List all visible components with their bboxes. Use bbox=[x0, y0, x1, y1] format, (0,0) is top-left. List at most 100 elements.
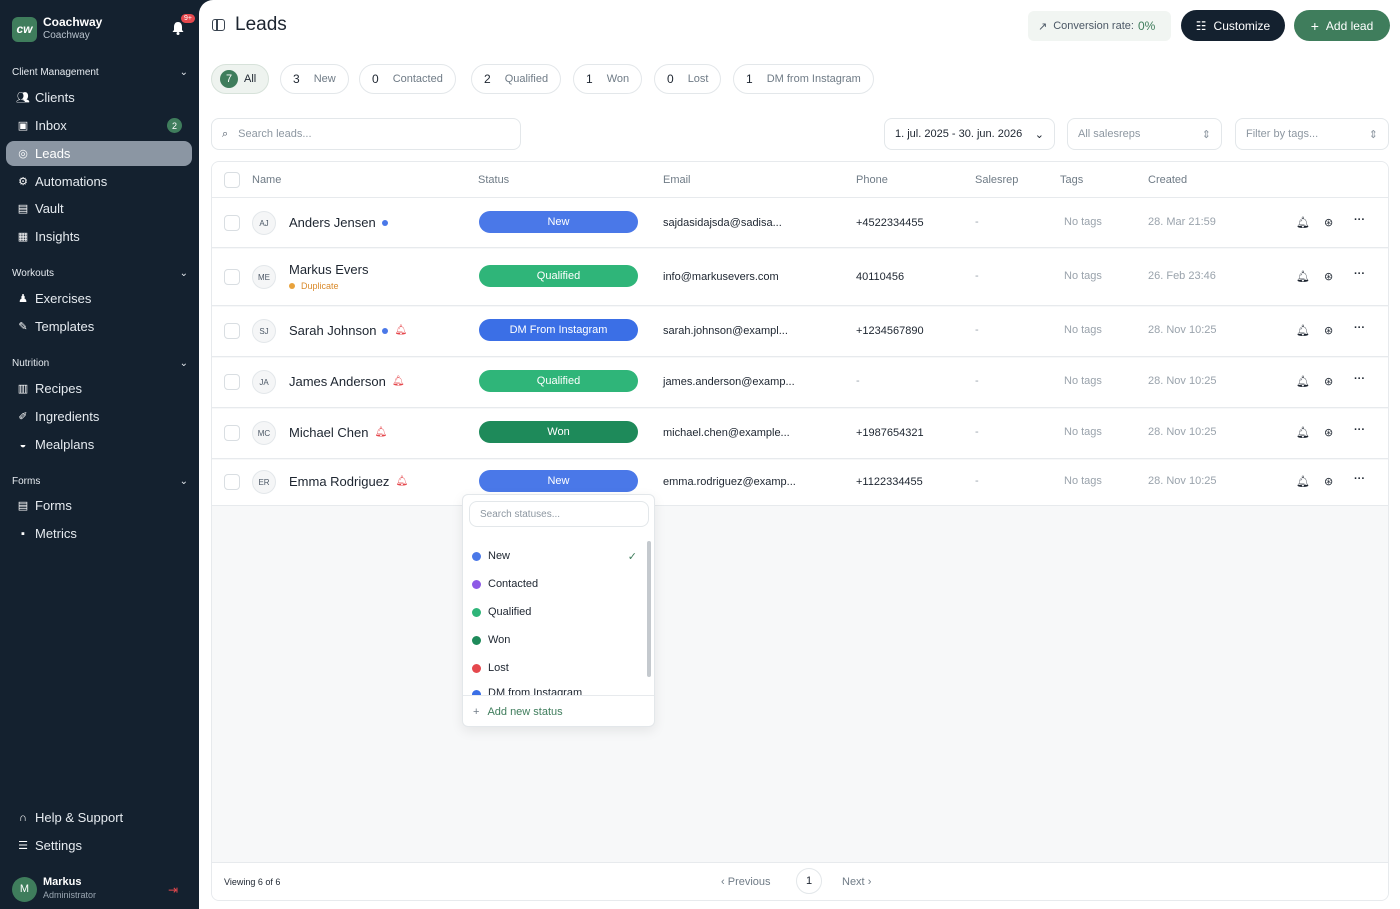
sidebar-item-metrics[interactable]: ▪ Metrics bbox=[6, 521, 192, 546]
plus-icon: + bbox=[1310, 17, 1319, 34]
sidebar-item-recipes[interactable]: ▥ Recipes bbox=[6, 376, 192, 401]
status-pill[interactable]: New bbox=[479, 470, 638, 492]
sidebar-item-templates[interactable]: ✎ Templates bbox=[6, 314, 192, 339]
status-pill[interactable]: Won bbox=[479, 421, 638, 443]
status-pill[interactable]: Qualified bbox=[479, 265, 638, 287]
tab-all[interactable]: 7 All bbox=[211, 64, 270, 94]
lead-name[interactable]: Anders Jensen bbox=[289, 215, 376, 230]
more-options-icon[interactable]: ··· bbox=[1354, 322, 1365, 334]
page-number-button[interactable]: 1 bbox=[796, 868, 822, 894]
row-checkbox[interactable] bbox=[224, 269, 240, 285]
sidebar-item-insights[interactable]: ▦ Insights bbox=[6, 224, 192, 249]
more-options-icon[interactable]: ··· bbox=[1354, 424, 1365, 436]
bell-icon[interactable]: 🔔︎ bbox=[1296, 324, 1310, 337]
bell-icon[interactable]: 🔔︎ bbox=[1296, 426, 1310, 439]
tab-count: 3 bbox=[293, 72, 300, 86]
logout-icon[interactable]: ⇥ bbox=[168, 883, 178, 897]
status-pill[interactable]: DM From Instagram bbox=[479, 319, 638, 341]
tab-won[interactable]: 1 Won bbox=[573, 64, 643, 94]
salesrep-select[interactable]: All salesreps ⇕ bbox=[1067, 118, 1222, 150]
brand[interactable]: cw Coachway Coachway bbox=[12, 16, 102, 42]
user-profile[interactable]: M Markus Administrator bbox=[12, 876, 96, 902]
sidebar-item-inbox[interactable]: ▣ Inbox 2 bbox=[6, 113, 192, 138]
tab-new[interactable]: 3 New bbox=[280, 64, 349, 94]
tab-qualified[interactable]: 2 Qualified bbox=[471, 64, 562, 94]
status-option-qualified[interactable]: Qualified bbox=[472, 603, 637, 621]
search-input[interactable]: ⌕ Search leads... bbox=[211, 118, 521, 150]
assign-user-icon[interactable]: ⊛ bbox=[1324, 375, 1333, 388]
column-header-name[interactable]: Name bbox=[252, 174, 281, 186]
status-option-contacted[interactable]: Contacted bbox=[472, 575, 637, 593]
table-row[interactable]: ME Markus Evers Duplicate Qualified info… bbox=[212, 249, 1388, 306]
status-option-dm-from-instagram[interactable]: DM from Instagram bbox=[472, 685, 637, 695]
sidebar-item-settings[interactable]: ☰ Settings bbox=[6, 833, 192, 858]
more-options-icon[interactable]: ··· bbox=[1354, 214, 1365, 226]
lead-name[interactable]: Sarah Johnson bbox=[289, 323, 376, 338]
lead-name[interactable]: Emma Rodriguez bbox=[289, 474, 389, 489]
sidebar-item-exercises[interactable]: ♟ Exercises bbox=[6, 286, 192, 311]
row-checkbox[interactable] bbox=[224, 425, 240, 441]
status-search-input[interactable]: Search statuses... bbox=[469, 501, 649, 527]
section-forms[interactable]: Forms ⌄ bbox=[12, 476, 188, 487]
toggle-sidebar-icon[interactable] bbox=[212, 19, 225, 31]
dropdown-scrollbar[interactable] bbox=[647, 541, 651, 677]
bell-icon[interactable]: 🔔︎ bbox=[1296, 270, 1310, 283]
table-row[interactable]: ER Emma Rodriguez 🔔︎ New emma.rodriguez@… bbox=[212, 460, 1388, 506]
date-range-picker[interactable]: 1. jul. 2025 - 30. jun. 2026 ⌄ bbox=[884, 118, 1055, 150]
assign-user-icon[interactable]: ⊛ bbox=[1324, 270, 1333, 283]
assign-user-icon[interactable]: ⊛ bbox=[1324, 475, 1333, 488]
sidebar-item-vault[interactable]: ▤ Vault bbox=[6, 196, 192, 221]
previous-page-button[interactable]: ‹ Previous bbox=[721, 876, 771, 888]
tags-filter[interactable]: Filter by tags... ⇕ bbox=[1235, 118, 1389, 150]
sidebar-item-ingredients[interactable]: ✐ Ingredients bbox=[6, 404, 192, 429]
sidebar-item-clients[interactable]: 👥︎ Clients bbox=[6, 85, 192, 110]
lead-name[interactable]: Markus Evers bbox=[289, 262, 368, 277]
customize-button[interactable]: ☷ Customize bbox=[1181, 10, 1285, 41]
row-checkbox[interactable] bbox=[224, 374, 240, 390]
tab-lost[interactable]: 0 Lost bbox=[654, 64, 722, 94]
row-checkbox[interactable] bbox=[224, 474, 240, 490]
add-lead-button[interactable]: + Add lead bbox=[1294, 10, 1390, 41]
more-options-icon[interactable]: ··· bbox=[1354, 268, 1365, 280]
next-page-button[interactable]: Next › bbox=[842, 876, 871, 888]
column-header-salesrep[interactable]: Salesrep bbox=[975, 174, 1018, 186]
sidebar-item-leads[interactable]: ◎ Leads bbox=[6, 141, 192, 166]
column-header-status[interactable]: Status bbox=[478, 174, 509, 186]
lead-name[interactable]: James Anderson bbox=[289, 374, 386, 389]
status-option-new[interactable]: New ✓ bbox=[472, 547, 637, 565]
sidebar-item-help[interactable]: ∩ Help & Support bbox=[6, 805, 192, 830]
section-workouts[interactable]: Workouts ⌄ bbox=[12, 268, 188, 279]
select-all-checkbox[interactable] bbox=[224, 172, 240, 188]
column-header-created[interactable]: Created bbox=[1148, 174, 1187, 186]
row-checkbox[interactable] bbox=[224, 323, 240, 339]
table-row[interactable]: AJ Anders Jensen New sajdasidajsda@sadis… bbox=[212, 198, 1388, 248]
column-header-phone[interactable]: Phone bbox=[856, 174, 888, 186]
column-header-tags[interactable]: Tags bbox=[1060, 174, 1083, 186]
assign-user-icon[interactable]: ⊛ bbox=[1324, 324, 1333, 337]
status-option-lost[interactable]: Lost bbox=[472, 659, 637, 677]
bell-icon[interactable]: 🔔︎ bbox=[1296, 375, 1310, 388]
more-options-icon[interactable]: ··· bbox=[1354, 473, 1365, 485]
sidebar-item-forms[interactable]: ▤ Forms bbox=[6, 493, 192, 518]
bell-icon[interactable]: 🔔︎ bbox=[1296, 475, 1310, 488]
table-row[interactable]: MC Michael Chen 🔔︎ Won michael.chen@exam… bbox=[212, 409, 1388, 459]
column-header-email[interactable]: Email bbox=[663, 174, 691, 186]
add-new-status-button[interactable]: + Add new status bbox=[463, 695, 654, 726]
table-row[interactable]: JA James Anderson 🔔︎ Qualified james.and… bbox=[212, 358, 1388, 408]
table-row[interactable]: SJ Sarah Johnson 🔔︎ DM From Instagram sa… bbox=[212, 307, 1388, 357]
assign-user-icon[interactable]: ⊛ bbox=[1324, 216, 1333, 229]
more-options-icon[interactable]: ··· bbox=[1354, 373, 1365, 385]
status-option-won[interactable]: Won bbox=[472, 631, 637, 649]
tab-contacted[interactable]: 0 Contacted bbox=[359, 64, 456, 94]
status-pill[interactable]: Qualified bbox=[479, 370, 638, 392]
section-nutrition[interactable]: Nutrition ⌄ bbox=[12, 358, 188, 369]
sidebar-item-mealplans[interactable]: ◒ Mealplans bbox=[6, 432, 192, 457]
status-pill[interactable]: New bbox=[479, 211, 638, 233]
sidebar-item-automations[interactable]: ⚙ Automations bbox=[6, 169, 192, 194]
tab-dm-from-instagram[interactable]: 1 DM from Instagram bbox=[733, 64, 874, 94]
assign-user-icon[interactable]: ⊛ bbox=[1324, 426, 1333, 439]
bell-icon[interactable]: 🔔︎ bbox=[1296, 216, 1310, 229]
lead-name[interactable]: Michael Chen bbox=[289, 425, 369, 440]
section-client-management[interactable]: Client Management ⌄ bbox=[12, 67, 188, 78]
row-checkbox[interactable] bbox=[224, 215, 240, 231]
